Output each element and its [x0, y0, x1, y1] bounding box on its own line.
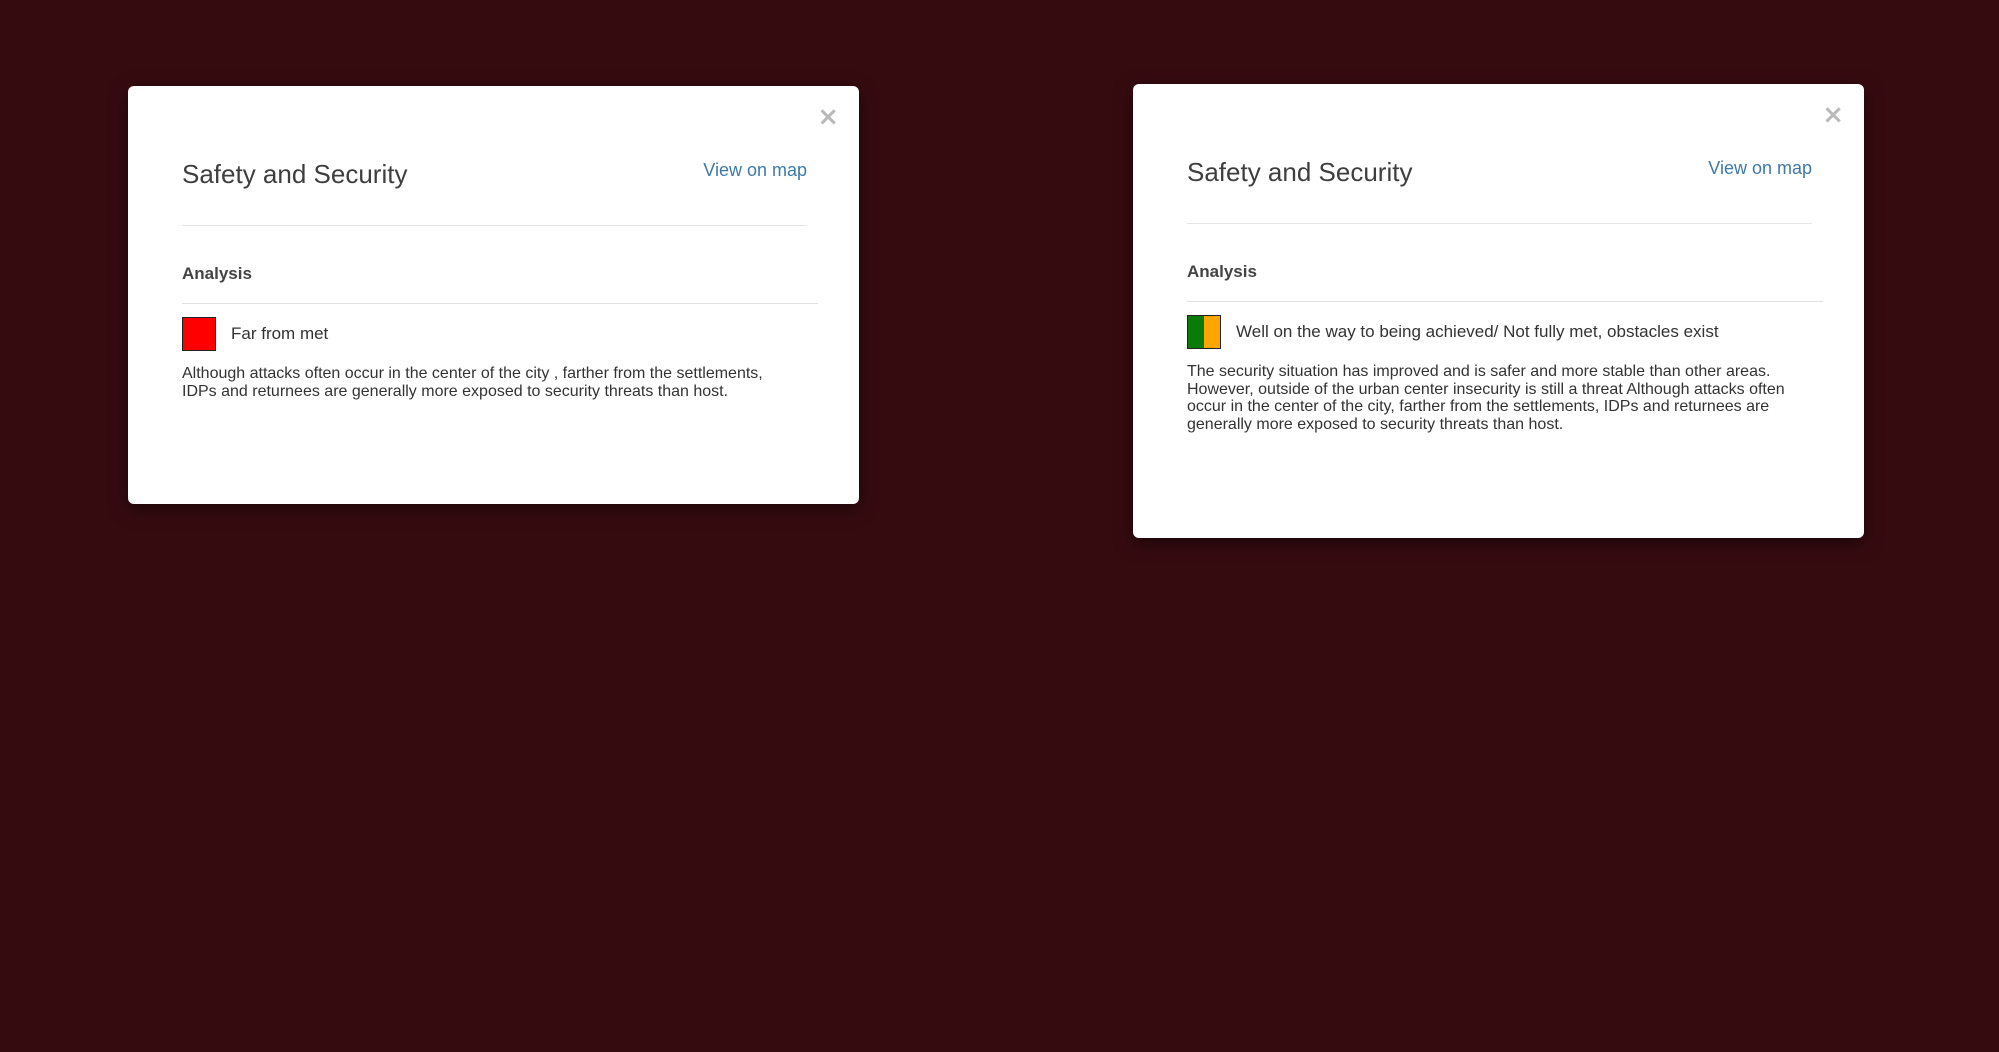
modal-header: Safety and Security View on map [182, 159, 807, 226]
status-row: Far from met [182, 317, 328, 351]
analysis-divider [1187, 301, 1823, 302]
status-color-segment-green [1188, 316, 1204, 348]
status-color-segment-orange [1204, 316, 1220, 348]
status-color-swatch [182, 317, 216, 351]
safety-security-modal-left: × Safety and Security View on map Analys… [128, 86, 859, 504]
analysis-heading: Analysis [182, 264, 252, 283]
analysis-text: The security situation has improved and … [1187, 363, 1785, 433]
analysis-heading: Analysis [1187, 262, 1257, 281]
view-on-map-link[interactable]: View on map [703, 159, 807, 181]
close-icon[interactable]: × [1822, 102, 1844, 128]
close-icon[interactable]: × [817, 104, 839, 130]
analysis-divider [182, 303, 818, 304]
status-row: Well on the way to being achieved/ Not f… [1187, 315, 1719, 349]
analysis-text: Although attacks often occur in the cent… [182, 365, 763, 400]
modal-title: Safety and Security [182, 159, 408, 189]
status-color-swatch [1187, 315, 1221, 349]
modal-header: Safety and Security View on map [1187, 157, 1812, 224]
status-color-segment [183, 318, 215, 350]
status-label: Far from met [231, 324, 329, 343]
modal-title: Safety and Security [1187, 157, 1413, 187]
view-on-map-link[interactable]: View on map [1708, 157, 1812, 179]
safety-security-modal-right: × Safety and Security View on map Analys… [1133, 84, 1864, 538]
status-label: Well on the way to being achieved/ Not f… [1236, 322, 1719, 341]
